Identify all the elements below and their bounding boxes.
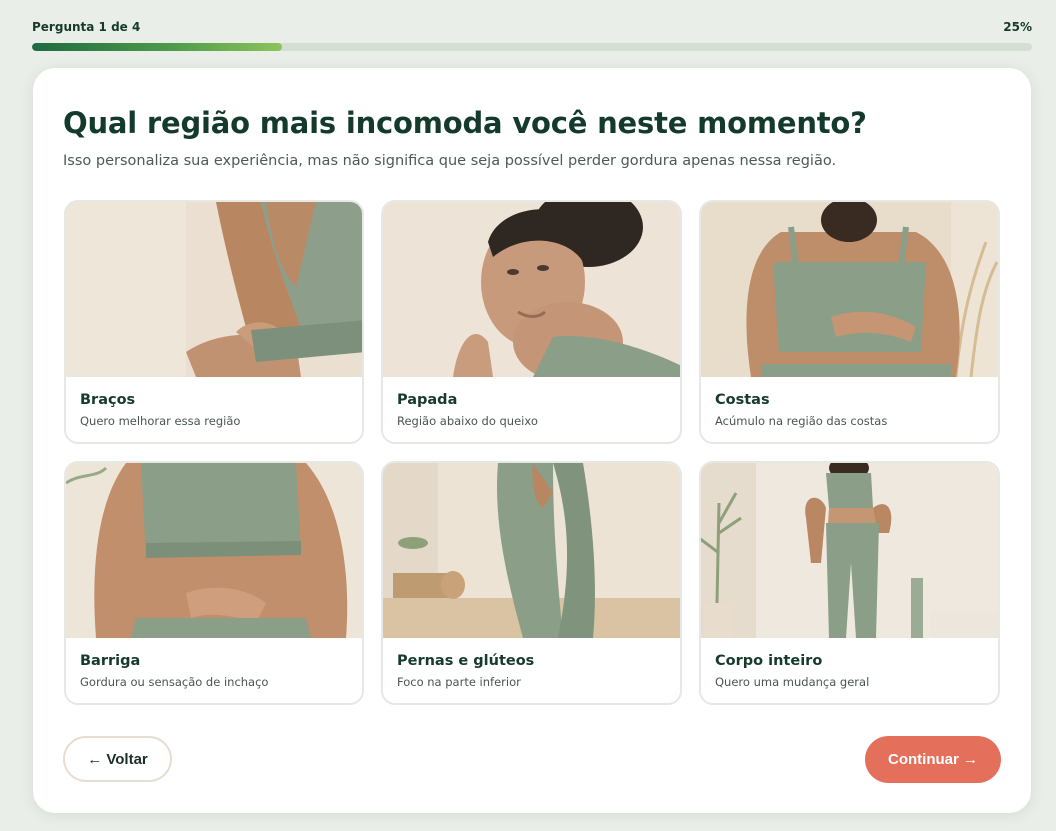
back-photo [701,202,998,377]
option-title: Barriga [80,653,141,669]
arms-photo [66,202,362,377]
chin-photo [383,202,680,377]
option-desc: Quero melhorar essa região [80,414,241,428]
options-grid: Braços Quero melhorar essa região Papada… [64,200,1000,705]
option-desc: Foco na parte inferior [397,675,521,689]
option-pernas[interactable]: Pernas e glúteos Foco na parte inferior [381,461,682,705]
option-title: Corpo inteiro [715,653,823,669]
option-title: Costas [715,392,770,408]
progress-percent: 25% [1003,20,1032,34]
option-title: Braços [80,392,136,408]
legs-photo [383,463,680,638]
option-desc: Acúmulo na região das costas [715,414,888,428]
option-desc: Quero uma mudança geral [715,675,870,689]
continue-button[interactable]: Continuar → [865,736,1001,783]
question-subtitle: Isso personaliza sua experiência, mas nã… [63,153,837,169]
option-papada[interactable]: Papada Região abaixo do queixo [381,200,682,444]
back-button[interactable]: ← Voltar [63,736,172,782]
option-bracos[interactable]: Braços Quero melhorar essa região [64,200,364,444]
fullbody-photo [701,463,998,638]
progress-fill [32,43,282,51]
option-barriga[interactable]: Barriga Gordura ou sensação de inchaço [64,461,364,705]
option-desc: Gordura ou sensação de inchaço [80,675,269,689]
option-desc: Região abaixo do queixo [397,414,538,428]
question-card: Qual região mais incomoda você neste mom… [33,68,1031,813]
option-corpo-inteiro[interactable]: Corpo inteiro Quero uma mudança geral [699,461,1000,705]
progress-label: Pergunta 1 de 4 [32,20,141,34]
option-title: Pernas e glúteos [397,653,535,669]
option-title: Papada [397,392,458,408]
option-costas[interactable]: Costas Acúmulo na região das costas [699,200,1000,444]
progress-track [32,43,1032,51]
progress-section: Pergunta 1 de 4 25% [32,19,1032,51]
belly-photo [66,463,362,638]
question-title: Qual região mais incomoda você neste mom… [63,106,867,140]
